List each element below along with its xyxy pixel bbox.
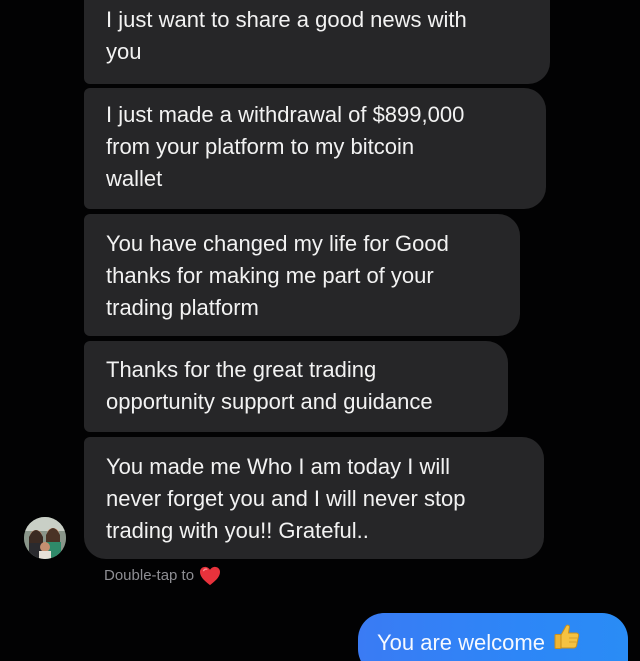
- reaction-hint-label: Double-tap to: [104, 567, 195, 584]
- message-text: You made me Who I am today I will never …: [106, 454, 466, 543]
- received-message[interactable]: You have changed my life for Good thanks…: [84, 214, 520, 336]
- received-message[interactable]: You made me Who I am today I will never …: [84, 437, 544, 559]
- sent-message-text: You are welcome: [377, 630, 545, 655]
- chat-screen: I just want to share a good news with yo…: [0, 0, 640, 661]
- heart-icon[interactable]: [199, 566, 221, 586]
- message-text: I just made a withdrawal of $899,000 fro…: [106, 102, 465, 191]
- message-text: I just want to share a good news with yo…: [106, 7, 467, 64]
- received-message[interactable]: Thanks for the great trading opportunity…: [84, 341, 508, 432]
- avatar-image: [24, 517, 66, 559]
- thumbs-up-icon: [554, 624, 580, 649]
- message-text: You have changed my life for Good thanks…: [106, 231, 449, 320]
- received-message[interactable]: I just made a withdrawal of $899,000 fro…: [84, 88, 546, 209]
- message-text: Thanks for the great trading opportunity…: [106, 357, 433, 414]
- received-message[interactable]: I just want to share a good news with yo…: [84, 0, 550, 84]
- sent-message[interactable]: You are welcome: [358, 613, 628, 661]
- sender-avatar[interactable]: [24, 517, 66, 559]
- reaction-hint: Double-tap to: [104, 566, 221, 586]
